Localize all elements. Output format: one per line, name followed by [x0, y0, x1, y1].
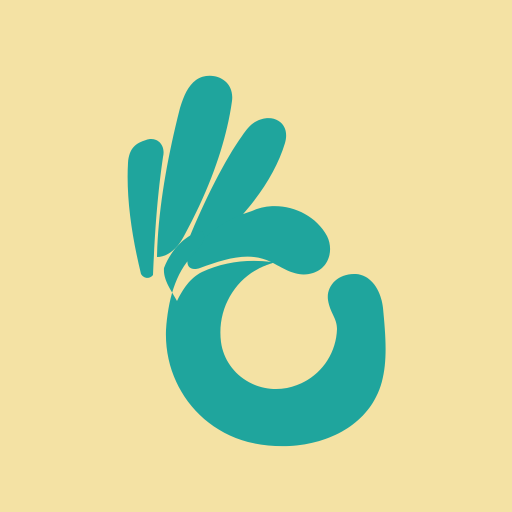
app-icon-canvas: .logo path { fill: #1FA59D; }	[0, 0, 512, 512]
finger-left-shape	[127, 139, 164, 278]
ok-hand-icon: .logo path { fill: #1FA59D; }	[127, 75, 386, 447]
